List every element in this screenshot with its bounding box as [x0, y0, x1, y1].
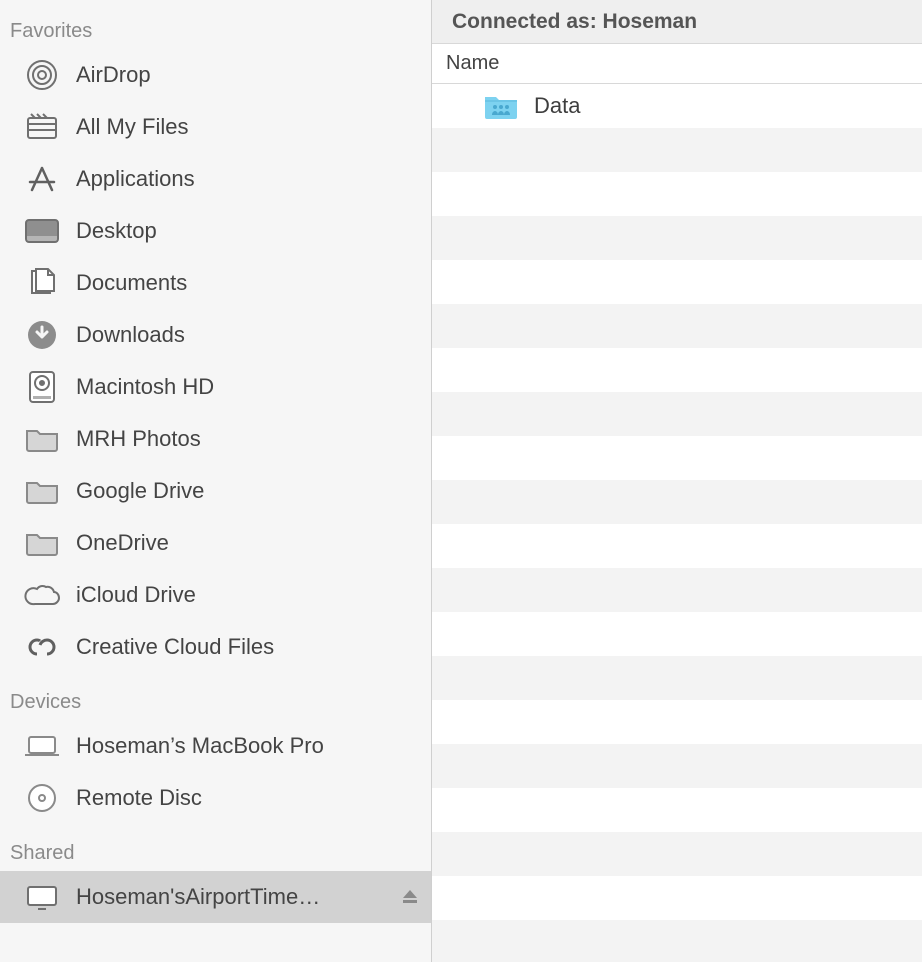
- sidebar-item-applications[interactable]: Applications: [0, 153, 431, 205]
- laptop-icon: [22, 729, 62, 763]
- sidebar-item-mrh-photos[interactable]: MRH Photos: [0, 413, 431, 465]
- sidebar-item-creative-cloud[interactable]: Creative Cloud Files: [0, 621, 431, 673]
- sidebar-item-macbook-pro[interactable]: Hoseman’s MacBook Pro: [0, 720, 431, 772]
- empty-row: [432, 568, 922, 612]
- connection-status-bar: Connected as: Hoseman: [432, 0, 922, 44]
- applications-icon: [22, 162, 62, 196]
- sidebar-item-label: Creative Cloud Files: [76, 634, 274, 660]
- empty-row: [432, 172, 922, 216]
- allfiles-icon: [22, 110, 62, 144]
- cloud-icon: [22, 578, 62, 612]
- sidebar-item-label: Google Drive: [76, 478, 204, 504]
- main-pane: Connected as: Hoseman Name Data: [432, 0, 922, 962]
- sidebar-item-google-drive[interactable]: Google Drive: [0, 465, 431, 517]
- sidebar-item-label: iCloud Drive: [76, 582, 196, 608]
- desktop-icon: [22, 214, 62, 248]
- empty-row: [432, 524, 922, 568]
- file-list[interactable]: Data: [432, 84, 922, 962]
- sidebar: Favorites AirDrop All My Files Applicati…: [0, 0, 432, 962]
- sidebar-item-icloud-drive[interactable]: iCloud Drive: [0, 569, 431, 621]
- eject-icon[interactable]: [401, 888, 419, 906]
- connection-status-text: Connected as: Hoseman: [452, 10, 697, 34]
- empty-row: [432, 656, 922, 700]
- empty-row: [432, 788, 922, 832]
- sidebar-item-label: Documents: [76, 270, 187, 296]
- hdd-icon: [22, 370, 62, 404]
- empty-row: [432, 744, 922, 788]
- section-header-devices[interactable]: Devices: [0, 685, 431, 720]
- empty-row: [432, 832, 922, 876]
- folder-icon: [22, 526, 62, 560]
- sidebar-item-label: AirDrop: [76, 62, 151, 88]
- sidebar-item-remote-disc[interactable]: Remote Disc: [0, 772, 431, 824]
- sidebar-item-all-my-files[interactable]: All My Files: [0, 101, 431, 153]
- column-header-name[interactable]: Name: [432, 44, 922, 84]
- empty-row: [432, 612, 922, 656]
- folder-icon: [22, 474, 62, 508]
- empty-row: [432, 700, 922, 744]
- section-header-favorites[interactable]: Favorites: [0, 14, 431, 49]
- empty-row: [432, 260, 922, 304]
- empty-row: [432, 920, 922, 962]
- documents-icon: [22, 266, 62, 300]
- sidebar-item-downloads[interactable]: Downloads: [0, 309, 431, 361]
- column-header-label: Name: [446, 52, 499, 75]
- downloads-icon: [22, 318, 62, 352]
- empty-row: [432, 436, 922, 480]
- empty-row: [432, 876, 922, 920]
- sidebar-item-airdrop[interactable]: AirDrop: [0, 49, 431, 101]
- sidebar-item-label: Desktop: [76, 218, 157, 244]
- sidebar-item-label: All My Files: [76, 114, 188, 140]
- sidebar-item-label: Hoseman'sAirportTime…: [76, 884, 320, 910]
- sidebar-item-label: Applications: [76, 166, 195, 192]
- empty-row: [432, 392, 922, 436]
- sidebar-item-macintosh-hd[interactable]: Macintosh HD: [0, 361, 431, 413]
- sidebar-item-airport-time[interactable]: Hoseman'sAirportTime…: [0, 871, 431, 923]
- file-name: Data: [534, 93, 580, 119]
- section-header-shared[interactable]: Shared: [0, 836, 431, 871]
- empty-row: [432, 304, 922, 348]
- sidebar-item-label: Macintosh HD: [76, 374, 214, 400]
- sidebar-item-label: Downloads: [76, 322, 185, 348]
- sidebar-item-label: MRH Photos: [76, 426, 201, 452]
- cc-icon: [22, 630, 62, 664]
- empty-row: [432, 480, 922, 524]
- sidebar-item-onedrive[interactable]: OneDrive: [0, 517, 431, 569]
- empty-row: [432, 128, 922, 172]
- folder-icon: [22, 422, 62, 456]
- sidebar-item-documents[interactable]: Documents: [0, 257, 431, 309]
- sidebar-item-label: OneDrive: [76, 530, 169, 556]
- sidebar-item-label: Hoseman’s MacBook Pro: [76, 733, 324, 759]
- empty-row: [432, 216, 922, 260]
- empty-row: [432, 348, 922, 392]
- disc-icon: [22, 781, 62, 815]
- file-row[interactable]: Data: [432, 84, 922, 128]
- shared-folder-icon: [482, 91, 520, 121]
- monitor-icon: [22, 880, 62, 914]
- sidebar-item-desktop[interactable]: Desktop: [0, 205, 431, 257]
- airdrop-icon: [22, 58, 62, 92]
- sidebar-item-label: Remote Disc: [76, 785, 202, 811]
